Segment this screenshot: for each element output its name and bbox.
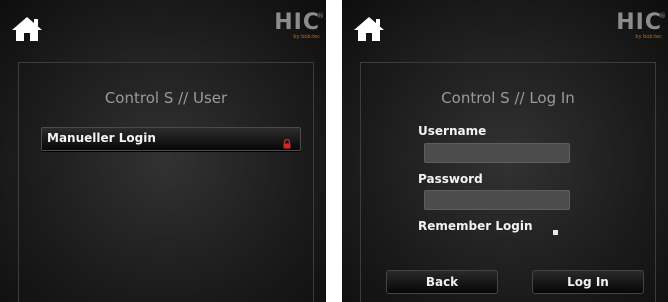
user-screen: HIC by bob:tec ® Control S // User Manue…: [0, 0, 326, 302]
brand-logo-text: HIC: [616, 10, 662, 35]
home-icon[interactable]: [10, 14, 44, 44]
password-field[interactable]: [424, 190, 570, 210]
remember-login-label: Remember Login: [418, 219, 533, 233]
panel-title: Control S // Log In: [441, 89, 575, 107]
log-in-button[interactable]: Log In: [532, 270, 644, 294]
password-label: Password: [418, 172, 483, 186]
panel-title: Control S // User: [104, 89, 228, 107]
login-screen: HIC by bob:tec ® Control S // Log In Use…: [342, 0, 668, 302]
username-label: Username: [418, 124, 487, 138]
brand-logo: HIC by bob:tec ®: [268, 10, 324, 44]
brand-registered-mark: ®: [317, 12, 324, 20]
brand-logo: HIC by bob:tec ®: [610, 10, 666, 44]
home-icon[interactable]: [352, 14, 386, 44]
lock-icon: [282, 134, 292, 149]
user-panel: Control S // User Manueller Login: [18, 62, 314, 302]
remember-login-checkbox[interactable]: [553, 230, 558, 235]
brand-registered-mark: ®: [659, 12, 666, 20]
manual-login-label: Manueller Login: [47, 131, 156, 145]
manual-login-button[interactable]: Manueller Login: [41, 127, 301, 151]
username-field[interactable]: [424, 143, 570, 163]
login-panel: Control S // Log In: [360, 62, 656, 302]
brand-logo-text: HIC: [274, 10, 320, 35]
back-button[interactable]: Back: [386, 270, 498, 294]
